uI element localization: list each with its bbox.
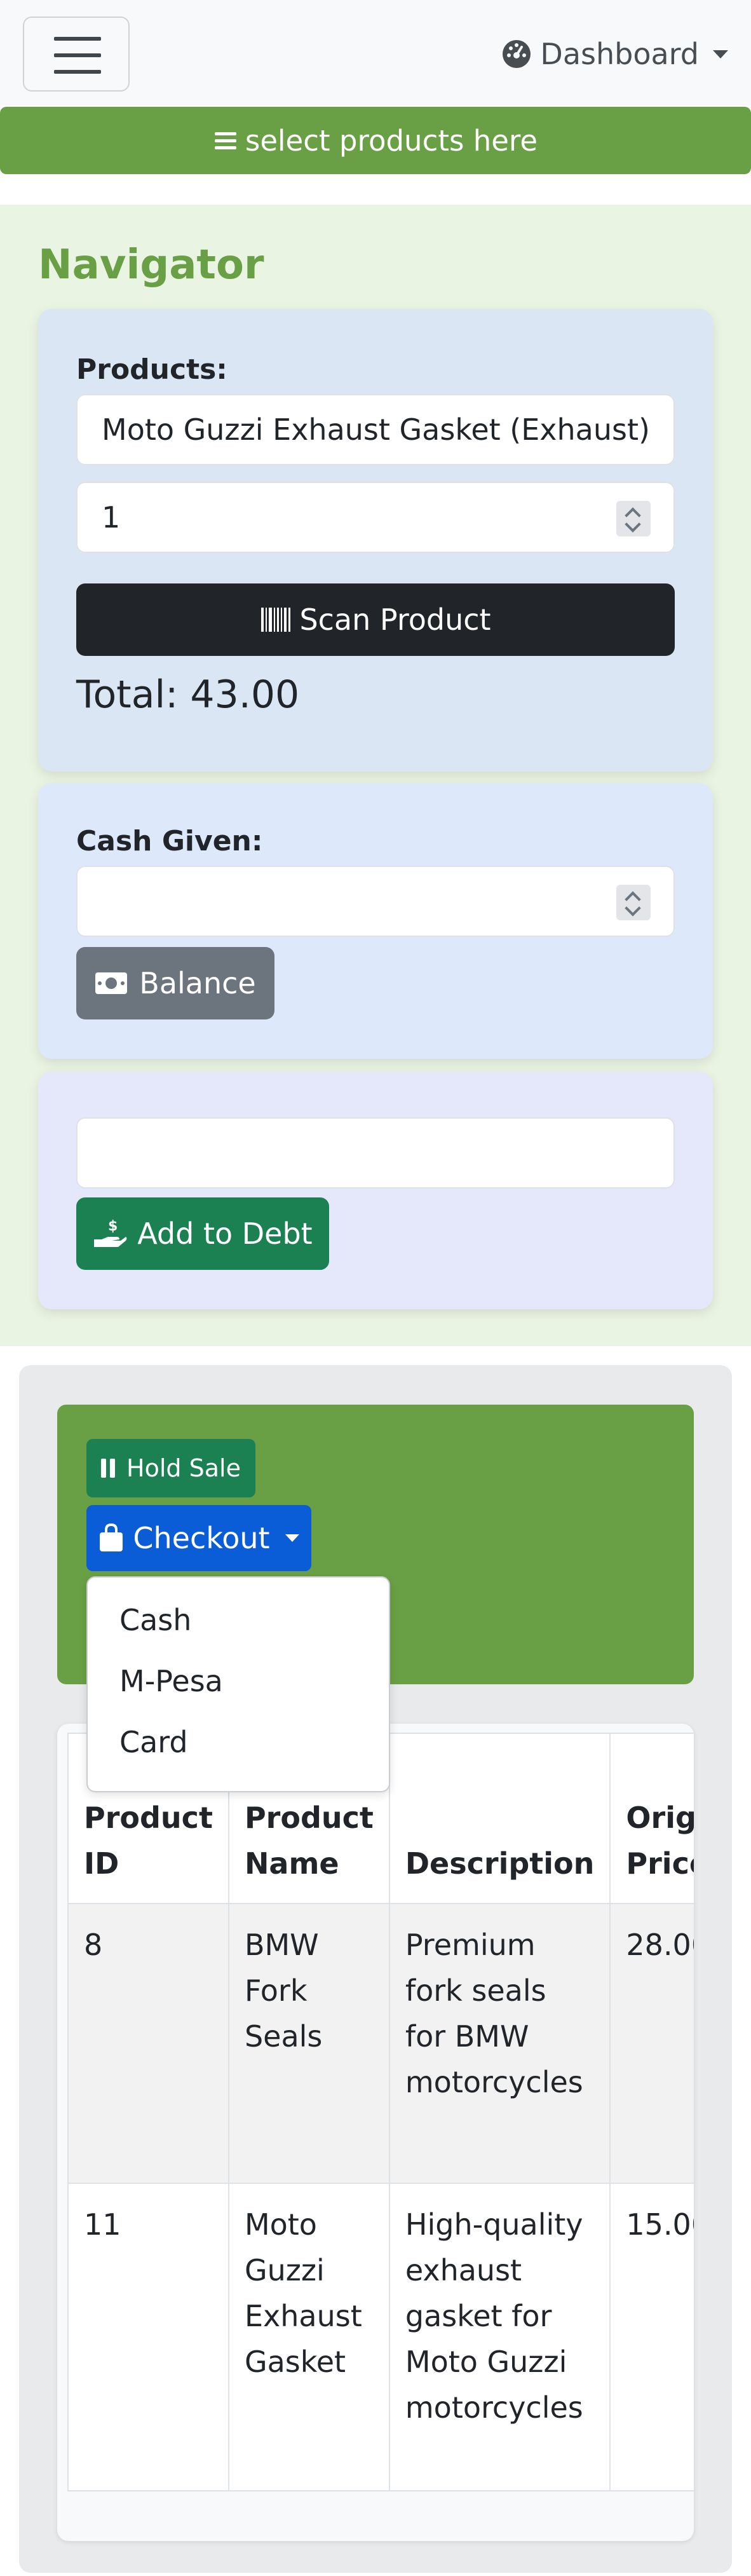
product-select-value: Moto Guzzi Exhaust Gasket (Exhaust)	[102, 412, 650, 447]
balance-label: Balance	[139, 966, 256, 1000]
products-label: Products:	[76, 353, 227, 386]
hand-coin-icon: $	[94, 1218, 127, 1247]
top-navbar: Dashboard	[0, 0, 751, 106]
bag-icon	[100, 1523, 123, 1551]
checkout-dropdown-menu: Cash M-Pesa Card	[86, 1576, 390, 1792]
dashboard-label: Dashboard	[540, 37, 699, 71]
pause-icon	[101, 1459, 119, 1478]
menu-item-cash[interactable]: Cash	[119, 1603, 191, 1637]
quantity-input[interactable]: 1	[76, 482, 675, 553]
product-select[interactable]: Moto Guzzi Exhaust Gasket (Exhaust)	[76, 394, 675, 465]
list-icon	[214, 132, 236, 149]
hamburger-icon	[54, 37, 101, 41]
table-cell: 11	[67, 2183, 229, 2491]
cash-given-label: Cash Given:	[76, 825, 263, 857]
table-cell: High-quality exhaust gasket for Moto Guz…	[388, 2183, 611, 2491]
table-row[interactable]: 11 Moto Guzzi Exhaust Gasket High-qualit…	[67, 2183, 694, 2491]
debt-input[interactable]	[76, 1117, 675, 1189]
add-to-debt-label: Add to Debt	[137, 1216, 313, 1251]
cash-card: Cash Given: Balance	[38, 783, 713, 1059]
products-card: Products: Moto Guzzi Exhaust Gasket (Exh…	[38, 309, 713, 772]
cash-stepper[interactable]	[616, 885, 651, 920]
debt-card: $ Add to Debt	[38, 1072, 713, 1309]
balance-button[interactable]: Balance	[76, 947, 274, 1019]
cash-given-input[interactable]	[76, 866, 675, 937]
hold-sale-button[interactable]: Hold Sale	[86, 1439, 255, 1497]
navigator-section: Navigator Products: Moto Guzzi Exhaust G…	[0, 205, 751, 1346]
dashboard-dropdown[interactable]: Dashboard	[502, 36, 728, 72]
svg-text:$: $	[108, 1218, 118, 1234]
sale-section: Hold Sale Checkout Product ID Product Na…	[19, 1365, 732, 2573]
quantity-value: 1	[102, 500, 121, 535]
table-row[interactable]: 8 BMW Fork Seals Premium fork seals for …	[67, 1903, 694, 2184]
barcode-icon	[261, 608, 291, 632]
cash-icon	[95, 972, 128, 994]
table-cell: 8	[67, 1903, 229, 2184]
scan-product-label: Scan Product	[299, 603, 491, 637]
select-products-label: select products here	[245, 123, 538, 158]
products-table-card: Product ID Product Name Description Orig…	[57, 1724, 694, 2541]
table-cell: Moto Guzzi Exhaust Gasket	[227, 2183, 390, 2491]
chevron-down-icon	[285, 1534, 299, 1542]
checkout-label: Checkout	[133, 1521, 270, 1555]
table-cell: 15.00	[609, 2183, 694, 2491]
select-products-button[interactable]: select products here	[0, 107, 751, 174]
table-cell: 28.00	[609, 1903, 694, 2184]
table-cell: BMW Fork Seals	[227, 1903, 390, 2184]
navigator-title: Navigator	[38, 242, 264, 289]
hold-sale-label: Hold Sale	[126, 1454, 241, 1482]
menu-toggle-button[interactable]	[23, 17, 130, 92]
scan-product-button[interactable]: Scan Product	[76, 583, 675, 656]
add-to-debt-button[interactable]: $ Add to Debt	[76, 1197, 329, 1270]
table-header-cell[interactable]: Description	[388, 1733, 611, 1904]
checkout-button[interactable]: Checkout	[86, 1505, 311, 1571]
menu-item-mpesa[interactable]: M-Pesa	[119, 1664, 223, 1698]
quantity-stepper[interactable]	[616, 501, 651, 536]
table-header-cell[interactable]: Original Price	[609, 1733, 694, 1904]
menu-item-card[interactable]: Card	[119, 1725, 188, 1759]
total-text: Total: 43.00	[76, 672, 300, 717]
chevron-down-icon	[713, 50, 728, 58]
products-table: Product ID Product Name Description Orig…	[67, 1733, 694, 2491]
speedometer-icon	[503, 40, 531, 68]
table-cell: Premium fork seals for BMW motorcycles	[388, 1903, 611, 2184]
